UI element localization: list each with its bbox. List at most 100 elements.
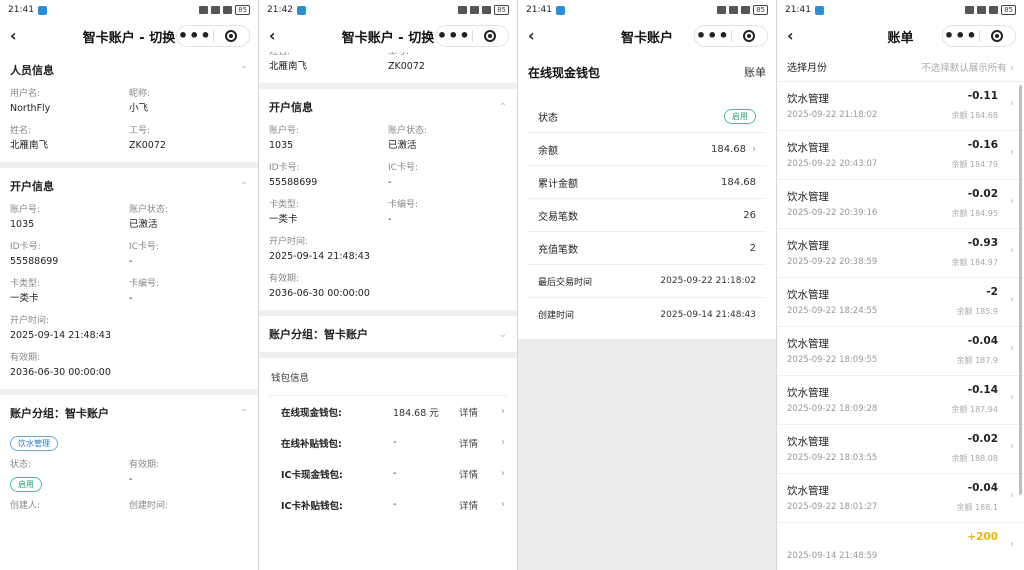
wallet-title: 在线现金钱包 [528, 65, 601, 80]
nickname-value: 小飞 [129, 103, 149, 114]
wallet-name: IC卡补贴钱包: [281, 500, 343, 512]
screen-account-switch-2: 21:42 85 ‹ 智卡账户 - 切换 ••• 姓名: 北雁南飞 工号: ZK00… [259, 0, 518, 570]
bill-item[interactable]: 饮水管理 2025-09-22 21:18:02 -0.11 余额 184.68 › [777, 82, 1024, 131]
wallet-row[interactable]: 在线现金钱包: 184.68 元 详情 › [259, 396, 517, 427]
group-tag[interactable]: 饮水管理 [10, 436, 58, 451]
bill-item[interactable]: 饮水管理 2025-09-22 20:38:59 -0.93 余额 184.97 › [777, 229, 1024, 278]
wallet-name: 在线补贴钱包: [281, 438, 342, 450]
back-arrow-icon[interactable]: ‹ [528, 27, 542, 45]
bill-amount: -0.04 [967, 482, 998, 494]
bill-item[interactable]: 2025-09-14 21:48:59 +200 › [777, 523, 1024, 570]
chevron-right-icon[interactable]: › [501, 437, 505, 448]
section-title: 开户信息 [10, 180, 54, 193]
wallet-detail-link[interactable]: 详情 [459, 436, 478, 450]
month-filter-label: 选择月份 [787, 63, 827, 74]
idcard-value: 55588699 [10, 256, 59, 267]
chevron-right-icon[interactable]: › [1010, 392, 1014, 403]
bill-date: 2025-09-22 18:24:55 [787, 306, 878, 316]
bill-item[interactable]: 饮水管理 2025-09-22 18:03:55 -0.02 余额 188.08 › [777, 425, 1024, 474]
wallet-row[interactable]: IC卡补贴钱包: - 详情 › [259, 489, 517, 520]
gexpire-label: 有效期: [129, 460, 160, 470]
chevron-right-icon[interactable]: › [1010, 441, 1014, 452]
chevron-right-icon[interactable]: › [501, 406, 505, 417]
section-open-info[interactable]: 开户信息 ⌃ [259, 89, 517, 125]
chevron-right-icon[interactable]: › [1010, 245, 1014, 256]
status-time: 21:41 [8, 5, 34, 15]
back-arrow-icon[interactable]: ‹ [269, 27, 283, 45]
close-target-icon[interactable] [731, 30, 767, 42]
bill-item[interactable]: 饮水管理 2025-09-22 20:43:07 -0.16 余额 184.79 › [777, 131, 1024, 180]
more-dots-icon[interactable]: ••• [695, 26, 731, 46]
close-target-icon[interactable] [472, 30, 508, 42]
wallet-detail-link[interactable]: 详情 [459, 498, 478, 512]
close-target-icon[interactable] [213, 30, 249, 42]
chevron-up-icon[interactable]: ⌃ [240, 65, 248, 76]
chevron-down-icon[interactable]: ⌄ [499, 329, 507, 340]
chevron-right-icon[interactable]: › [501, 499, 505, 510]
wallet-value: - [393, 468, 397, 479]
month-filter-placeholder: 不选择默认展示所有 [921, 62, 1007, 74]
expire-value: 2036-06-30 00:00:00 [269, 288, 370, 299]
chevron-right-icon[interactable]: › [1010, 490, 1014, 501]
opentime-value: 2025-09-14 21:48:43 [269, 251, 370, 262]
section-person-info[interactable]: 人员信息 ⌃ [0, 52, 258, 88]
status-time: 21:41 [785, 5, 811, 15]
wallet-value: - [393, 499, 397, 510]
username-value: NorthFly [10, 103, 51, 114]
chevron-right-icon[interactable]: › [1010, 343, 1014, 354]
bill-item[interactable]: 饮水管理 2025-09-22 18:09:28 -0.14 余额 187.94 › [777, 376, 1024, 425]
more-dots-icon[interactable]: ••• [436, 26, 472, 46]
mini-program-capsule: ••• [694, 25, 768, 47]
bill-title: 饮水管理 [787, 387, 829, 399]
chevron-right-icon[interactable]: › [1010, 98, 1014, 109]
bill-link[interactable]: 账单 [744, 64, 766, 80]
chevron-up-icon[interactable]: ⌃ [499, 102, 507, 113]
cardno-label: 卡编号: [129, 279, 160, 289]
wallet-row[interactable]: 在线补贴钱包: - 详情 › [259, 427, 517, 458]
more-dots-icon[interactable]: ••• [943, 26, 979, 46]
bill-item[interactable]: 饮水管理 2025-09-22 20:39:16 -0.02 余额 184.95 › [777, 180, 1024, 229]
bill-amount: -0.04 [967, 335, 998, 347]
bill-balance: 余额 185.9 [956, 307, 998, 316]
chevron-up-icon[interactable]: ⌃ [240, 408, 248, 419]
app-badge-icon [814, 5, 824, 15]
chevron-right-icon[interactable]: › [752, 144, 756, 155]
status-bar: 21:41 85 [0, 0, 258, 20]
more-dots-icon[interactable]: ••• [177, 26, 213, 46]
status-row: 状态 启用 [528, 100, 766, 133]
month-filter[interactable]: 选择月份 不选择默认展示所有 › [777, 52, 1024, 82]
section-account-group[interactable]: 账户分组：智卡账户 ⌃ [0, 395, 258, 431]
wallet-row[interactable]: IC卡现金钱包: - 详情 › [259, 458, 517, 489]
back-arrow-icon[interactable]: ‹ [787, 27, 801, 45]
battery-icon: 85 [1001, 5, 1016, 15]
cardno-value: - [388, 214, 392, 225]
chevron-right-icon[interactable]: › [1010, 539, 1014, 550]
wallet-detail-link[interactable]: 详情 [459, 467, 478, 481]
cardtype-value: 一类卡 [10, 293, 39, 304]
chevron-right-icon[interactable]: › [1010, 294, 1014, 305]
bill-item[interactable]: 饮水管理 2025-09-22 18:01:27 -0.04 余额 188.1 › [777, 474, 1024, 523]
wallet-detail-link[interactable]: 详情 [459, 405, 478, 419]
expire-label: 有效期: [10, 353, 41, 363]
chevron-right-icon[interactable]: › [501, 468, 505, 479]
bill-item[interactable]: 饮水管理 2025-09-22 18:24:55 -2 余额 185.9 › [777, 278, 1024, 327]
chevron-right-icon[interactable]: › [1010, 63, 1014, 74]
mini-program-capsule: ••• [435, 25, 509, 47]
status-bar: 21:42 85 [259, 0, 517, 20]
section-open-info[interactable]: 开户信息 ⌃ [0, 168, 258, 204]
bill-balance: 余额 184.79 [951, 160, 998, 169]
bill-item[interactable]: 饮水管理 2025-09-22 18:09:55 -0.04 余额 187.9 › [777, 327, 1024, 376]
balance-row[interactable]: 余额 184.68 › [528, 133, 766, 166]
status-bar: 21:41 85 [777, 0, 1024, 20]
name-value: 北雁南飞 [10, 140, 49, 151]
chevron-up-icon[interactable]: ⌃ [240, 181, 248, 192]
wallet-value: 184.68 元 [393, 407, 439, 419]
section-account-group[interactable]: 账户分组：智卡账户 ⌄ [259, 316, 517, 352]
scrollbar[interactable] [1019, 85, 1022, 495]
state-label: 状态: [10, 460, 32, 470]
back-arrow-icon[interactable]: ‹ [10, 27, 24, 45]
opentime-value: 2025-09-14 21:48:43 [10, 330, 111, 341]
chevron-right-icon[interactable]: › [1010, 147, 1014, 158]
close-target-icon[interactable] [979, 30, 1015, 42]
chevron-right-icon[interactable]: › [1010, 196, 1014, 207]
